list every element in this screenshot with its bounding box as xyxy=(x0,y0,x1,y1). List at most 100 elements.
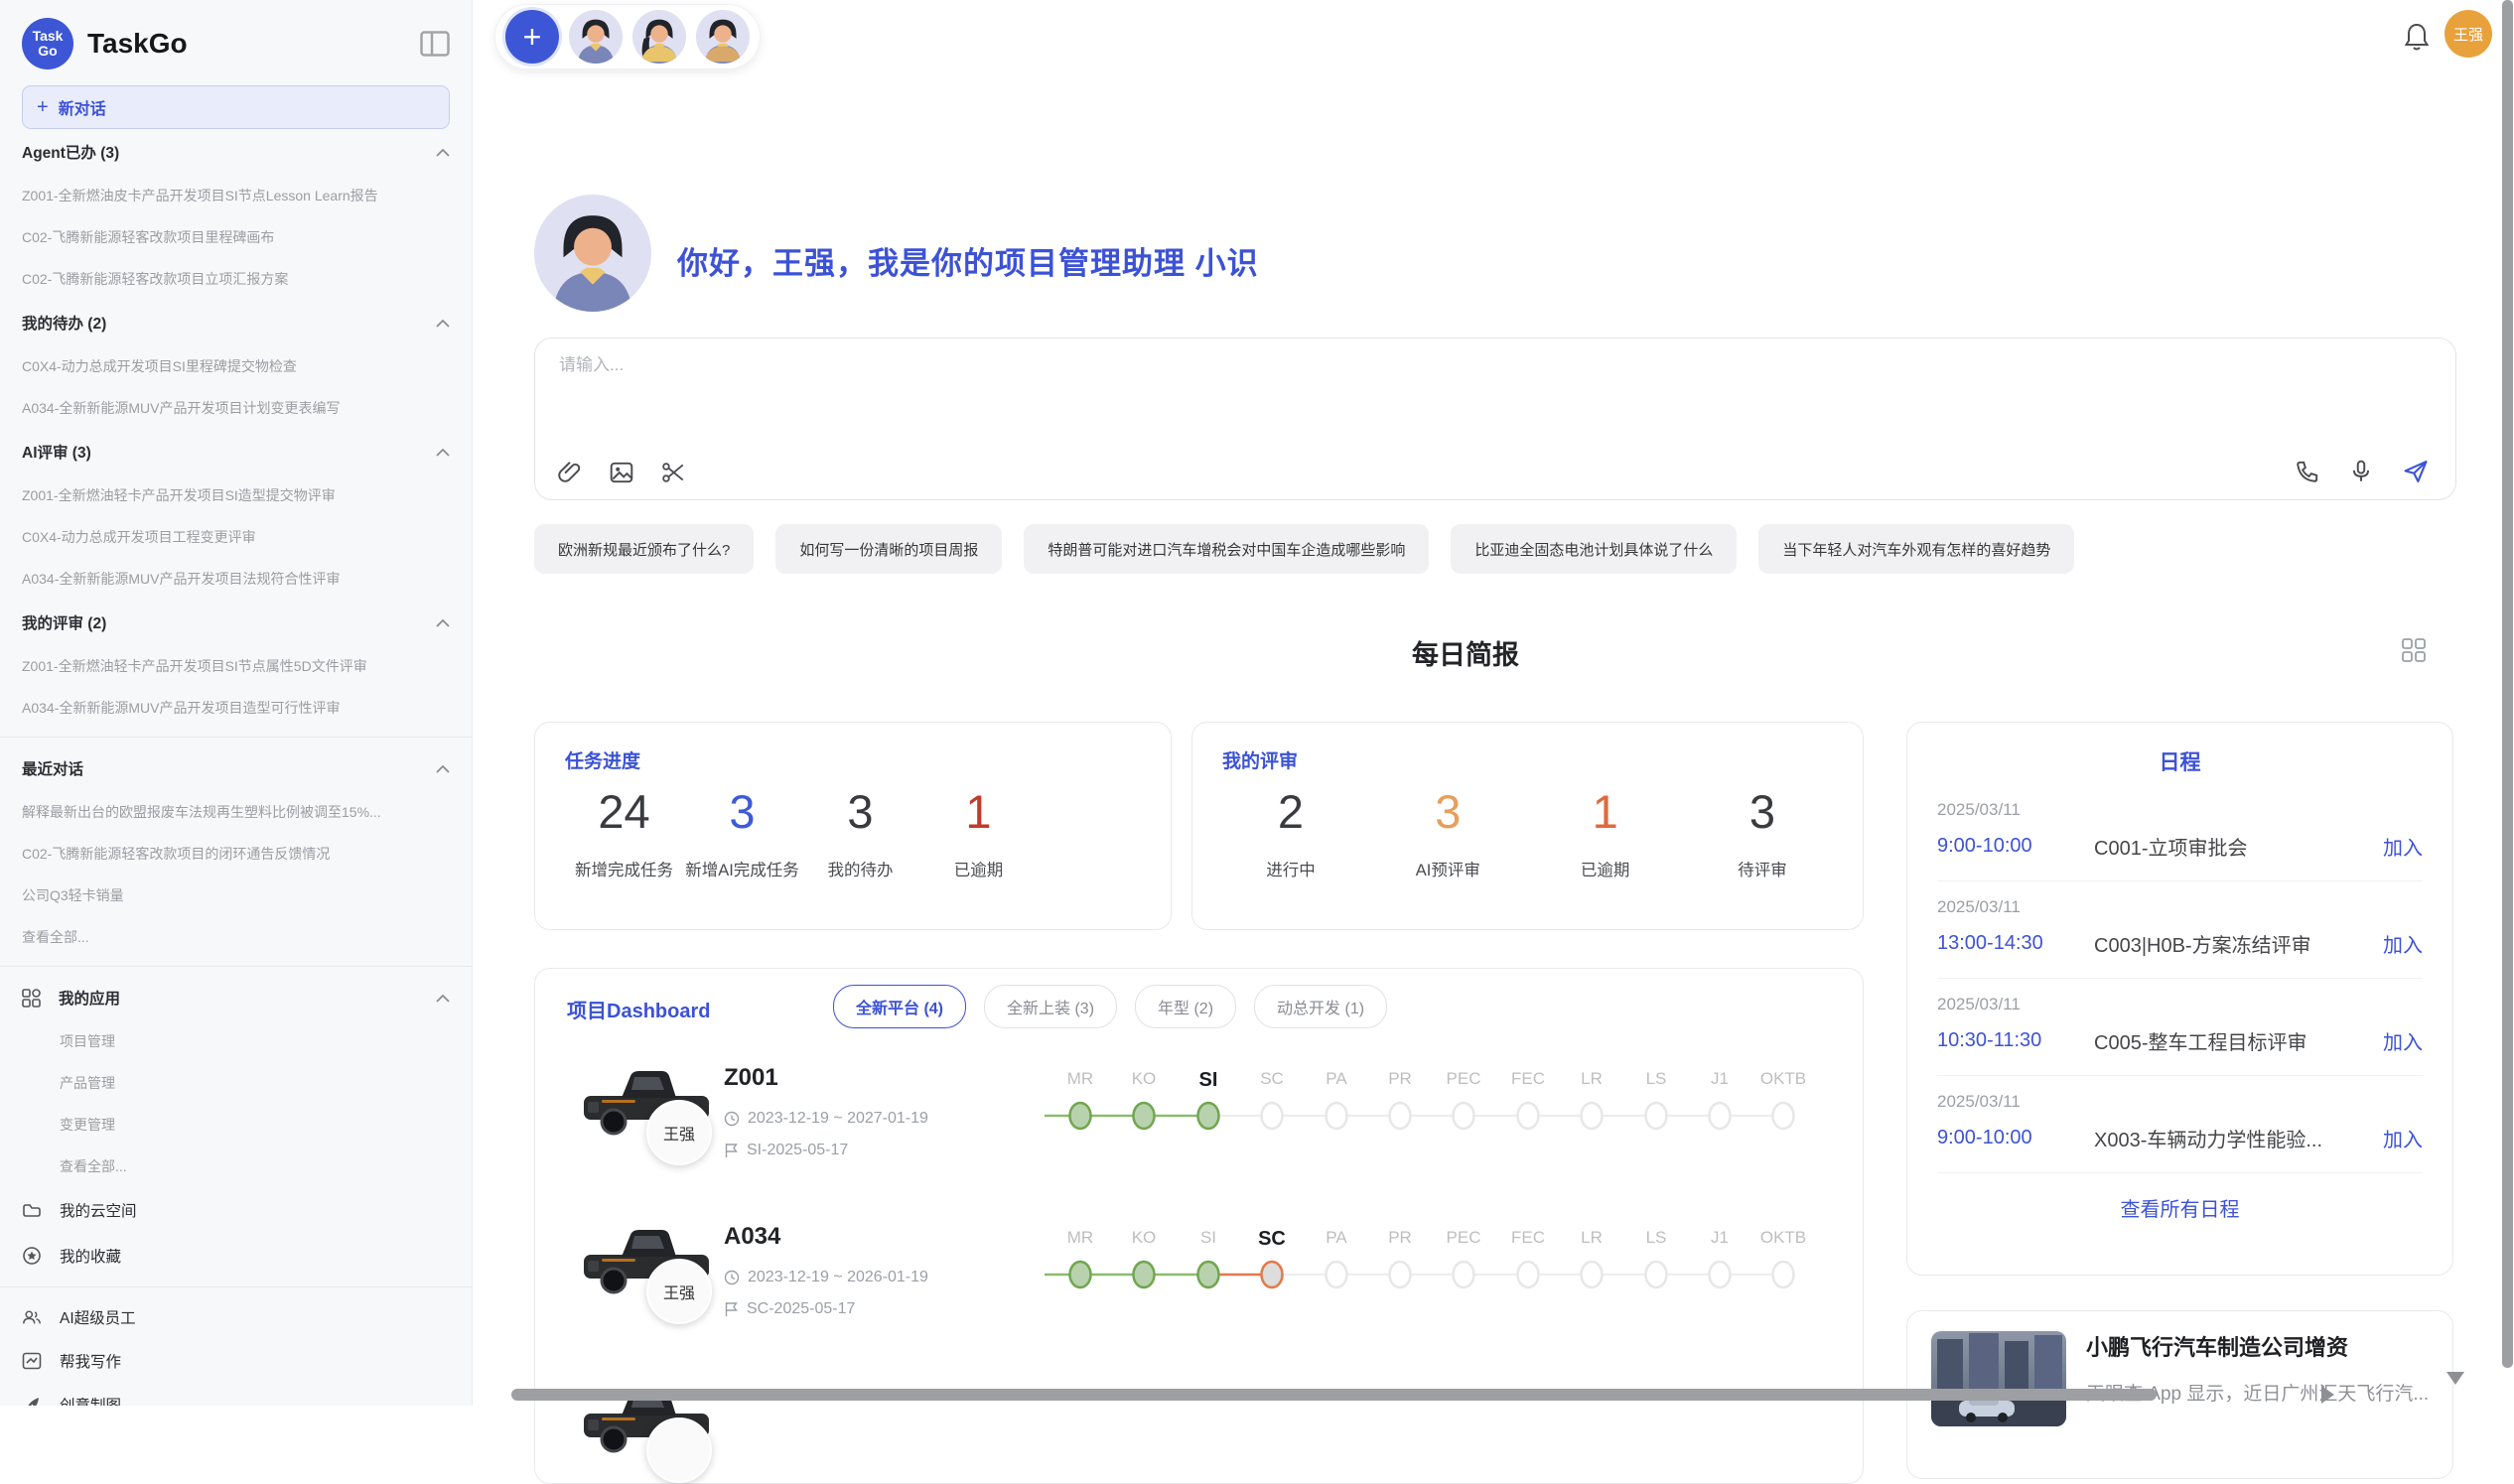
suggestion-chip[interactable]: 如何写一份清晰的项目周报 xyxy=(775,524,1002,574)
assistant-avatar xyxy=(534,195,651,312)
project-flag-text: SI-2025-05-17 xyxy=(747,1142,848,1159)
stat-value: 3 xyxy=(801,785,919,839)
conversation-avatar-3[interactable] xyxy=(696,10,750,64)
suggestion-chips: 欧洲新规最近颁布了什么? 如何写一份清晰的项目周报 特朗普可能对进口汽车增税会对… xyxy=(534,524,2074,574)
sidebar-item-writing[interactable]: 帮我写作 xyxy=(22,1339,450,1383)
notifications-bell-icon[interactable] xyxy=(2403,22,2431,52)
project-code[interactable]: A034 xyxy=(724,1223,780,1251)
app-item-product-mgmt[interactable]: 产品管理 xyxy=(22,1062,450,1104)
suggestion-chip[interactable]: 当下年轻人对汽车外观有怎样的喜好趋势 xyxy=(1758,524,2074,574)
sidebar-item[interactable]: C0X4-动力总成开发项目工程变更评审 xyxy=(22,516,450,558)
project-milestone-flag: SI-2025-05-17 xyxy=(724,1142,848,1159)
section-title: Agent已办 (3) xyxy=(22,141,119,163)
svg-text:KO: KO xyxy=(1132,1069,1157,1088)
new-chat-button[interactable]: + 新对话 xyxy=(22,85,450,129)
suggestion-chip[interactable]: 比亚迪全固态电池计划具体说了什么 xyxy=(1451,524,1737,574)
svg-text:SI: SI xyxy=(1199,1069,1218,1091)
flag-icon xyxy=(724,1301,739,1317)
conversation-avatar-1[interactable] xyxy=(569,10,623,64)
stat-label: 已逾期 xyxy=(919,857,1038,880)
join-button[interactable]: 加入 xyxy=(2383,1026,2423,1055)
view-all-schedule-link[interactable]: 查看所有日程 xyxy=(1937,1193,2423,1222)
new-chat-label: 新对话 xyxy=(59,95,106,119)
suggestion-chip[interactable]: 欧洲新规最近颁布了什么? xyxy=(534,524,754,574)
recent-view-all-link[interactable]: 查看全部... xyxy=(22,916,450,958)
vertical-scrollbar-thumb[interactable] xyxy=(2502,0,2513,1368)
section-header-my-apps[interactable]: 我的应用 xyxy=(22,975,450,1020)
project-dates: 2023-12-19 ~ 2026-01-19 xyxy=(724,1269,928,1286)
sidebar-item[interactable]: A034-全新新能源MUV产品开发项目造型可行性评审 xyxy=(22,687,450,729)
svg-text:PA: PA xyxy=(1326,1069,1347,1088)
stat-value: 3 xyxy=(683,785,801,839)
sidebar-item[interactable]: Z001-全新燃油轻卡产品开发项目SI节点属性5D文件评审 xyxy=(22,645,450,687)
chat-input[interactable] xyxy=(557,354,1752,376)
recent-chat-item[interactable]: C02-飞腾新能源轻客改款项目的闭环通告反馈情况 xyxy=(22,833,450,875)
sidebar-item[interactable]: Z001-全新燃油轻卡产品开发项目SI造型提交物评审 xyxy=(22,474,450,516)
chevron-up-icon xyxy=(436,448,450,457)
recent-chat-item[interactable]: 解释最新出台的欧盟报废车法规再生塑料比例被调至15%... xyxy=(22,791,450,833)
app-item-project-mgmt[interactable]: 项目管理 xyxy=(22,1020,450,1062)
send-icon[interactable] xyxy=(2402,458,2430,485)
sidebar-item[interactable]: C02-飞腾新能源轻客改款项目里程碑画布 xyxy=(22,216,450,258)
stat-pending-review: 3 待评审 xyxy=(1702,785,1823,880)
filter-chip-new-platform[interactable]: 全新平台 (4) xyxy=(833,985,966,1028)
conversation-avatar-2[interactable] xyxy=(632,10,686,64)
stat-label: 新增AI完成任务 xyxy=(683,857,801,880)
filter-chip-model-year[interactable]: 年型 (2) xyxy=(1135,985,1236,1028)
sidebar-item-favorites[interactable]: 我的收藏 xyxy=(22,1233,450,1279)
sidebar-item[interactable]: C0X4-动力总成开发项目SI里程碑提交物检查 xyxy=(22,345,450,387)
conversation-switcher: + xyxy=(494,4,761,69)
scroll-down-arrow[interactable] xyxy=(2446,1372,2464,1385)
sidebar-item-ai-staff[interactable]: AI超级员工 xyxy=(22,1295,450,1339)
section-header-recent-chats[interactable]: 最近对话 xyxy=(22,745,450,791)
filter-chip-powertrain[interactable]: 动总开发 (1) xyxy=(1254,985,1387,1028)
divider xyxy=(0,737,472,738)
sidebar-item[interactable]: A034-全新新能源MUV产品开发项目计划变更表编写 xyxy=(22,387,450,429)
event-time: 10:30-11:30 xyxy=(1937,1029,2094,1052)
join-button[interactable]: 加入 xyxy=(2383,832,2423,861)
app-logo: Task Go xyxy=(22,18,73,69)
horizontal-scrollbar-thumb[interactable] xyxy=(511,1389,2157,1401)
scissors-icon[interactable] xyxy=(660,460,686,485)
suggestion-chip[interactable]: 特朗普可能对进口汽车增税会对中国车企造成哪些影响 xyxy=(1024,524,1429,574)
sidebar-item[interactable]: C02-飞腾新能源轻客改款项目立项汇报方案 xyxy=(22,258,450,300)
section-header-my-todo[interactable]: 我的待办 (2) xyxy=(22,300,450,345)
layout-grid-icon[interactable] xyxy=(2401,637,2427,663)
chat-composer xyxy=(534,337,2456,500)
add-conversation-button[interactable]: + xyxy=(505,10,559,64)
stat-value: 3 xyxy=(1387,785,1508,839)
attachment-icon[interactable] xyxy=(557,460,583,485)
section-title: 最近对话 xyxy=(22,757,83,779)
join-button[interactable]: 加入 xyxy=(2383,1124,2423,1152)
plus-icon: + xyxy=(37,96,49,119)
section-header-ai-review[interactable]: AI评审 (3) xyxy=(22,429,450,474)
project-code[interactable]: Z001 xyxy=(724,1064,778,1092)
section-header-agent-done[interactable]: Agent已办 (3) xyxy=(22,129,450,175)
project-dates: 2023-12-19 ~ 2027-01-19 xyxy=(724,1110,928,1128)
microphone-icon[interactable] xyxy=(2348,459,2374,484)
apps-view-all-link[interactable]: 查看全部... xyxy=(22,1146,450,1187)
join-button[interactable]: 加入 xyxy=(2383,929,2423,958)
svg-text:PEC: PEC xyxy=(1447,1228,1481,1247)
scroll-right-arrow[interactable] xyxy=(2321,1386,2334,1404)
svg-text:PR: PR xyxy=(1388,1228,1412,1247)
news-title[interactable]: 小鹏飞行汽车制造公司增资 xyxy=(2086,1333,2429,1363)
sidebar-item-cloud-space[interactable]: 我的云空间 xyxy=(22,1187,450,1233)
logo-text-bottom: Go xyxy=(38,44,57,59)
sidebar-item[interactable]: Z001-全新燃油皮卡产品开发项目SI节点Lesson Learn报告 xyxy=(22,175,450,216)
logo-row: Task Go TaskGo xyxy=(22,12,450,75)
section-header-my-review[interactable]: 我的评审 (2) xyxy=(22,600,450,645)
app-item-change-mgmt[interactable]: 变更管理 xyxy=(22,1104,450,1146)
project-dates-text: 2023-12-19 ~ 2027-01-19 xyxy=(748,1110,928,1128)
stat-my-todo: 3 我的待办 xyxy=(801,785,919,880)
section-title: 我的应用 xyxy=(59,987,120,1009)
voice-call-icon[interactable] xyxy=(2295,459,2320,484)
svg-text:PEC: PEC xyxy=(1447,1069,1481,1088)
filter-chip-new-body[interactable]: 全新上装 (3) xyxy=(984,985,1117,1028)
sidebar-item[interactable]: A034-全新新能源MUV产品开发项目法规符合性评审 xyxy=(22,558,450,600)
user-avatar[interactable]: 王强 xyxy=(2444,10,2492,58)
image-icon[interactable] xyxy=(609,460,634,485)
recent-chat-item[interactable]: 公司Q3轻卡销量 xyxy=(22,875,450,916)
sidebar-collapse-icon[interactable] xyxy=(420,31,450,57)
sidebar-item-creative-drawing[interactable]: 创意制图 xyxy=(22,1383,450,1406)
